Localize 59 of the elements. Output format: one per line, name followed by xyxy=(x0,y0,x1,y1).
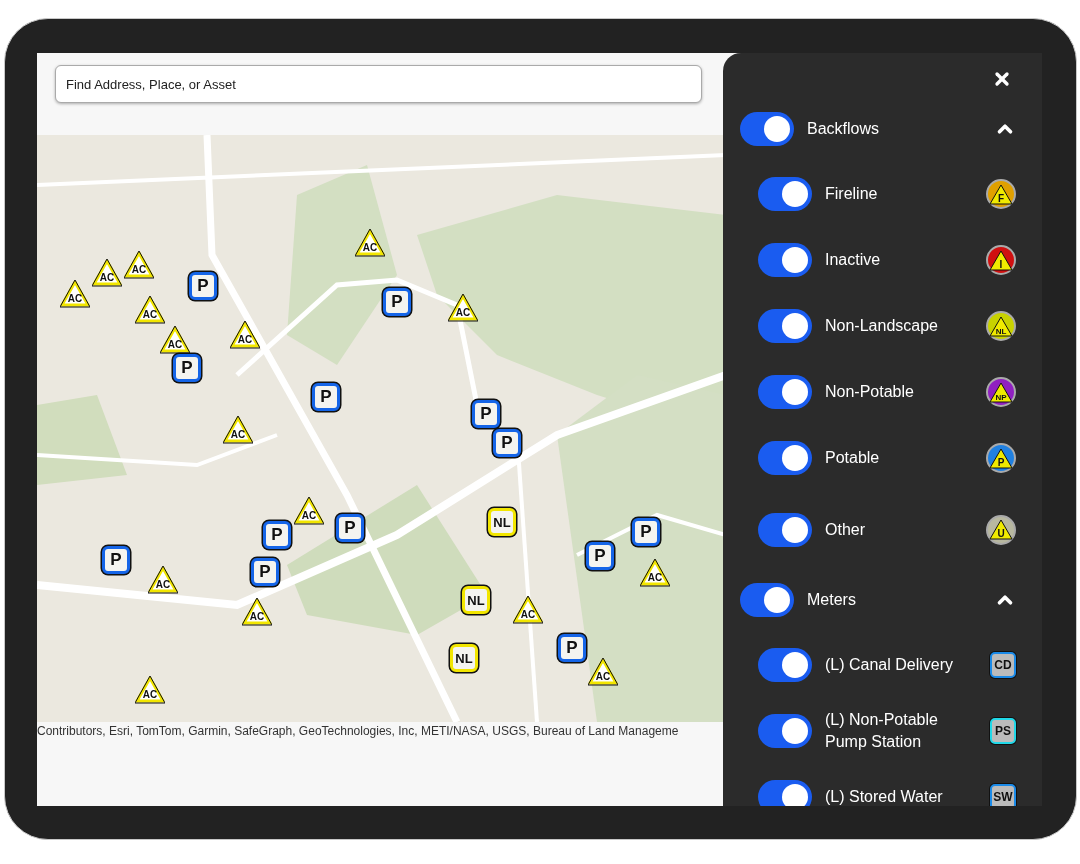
map-marker[interactable]: AC xyxy=(448,294,478,322)
search-field[interactable]: Find Address, Place, or Asset xyxy=(55,65,702,103)
layer-label: Potable xyxy=(825,448,881,468)
map-marker[interactable]: P xyxy=(586,542,614,570)
map-marker[interactable]: P xyxy=(558,634,586,662)
group-label: Backflows xyxy=(807,119,881,139)
map-marker[interactable]: P xyxy=(102,546,130,574)
map-marker[interactable]: P xyxy=(493,429,521,457)
attribution-text: Contributors, Esri, TomTom, Garmin, SafeGraph, GeoTechnologies, Inc, METI/NASA, USGS, Bureau of Land Manageme xyxy=(37,723,679,738)
map-marker[interactable]: AC xyxy=(640,559,670,587)
toggle-switch[interactable] xyxy=(758,714,812,748)
map-marker[interactable]: NL xyxy=(488,508,516,536)
toggle-switch[interactable] xyxy=(740,112,794,146)
toggle-switch[interactable] xyxy=(758,309,812,343)
map-marker[interactable]: P xyxy=(472,400,500,428)
toggle-switch[interactable] xyxy=(758,177,812,211)
toggle-switch[interactable] xyxy=(758,648,812,682)
map-marker[interactable]: AC xyxy=(588,658,618,686)
map-marker[interactable]: P xyxy=(173,354,201,382)
map-marker[interactable]: AC xyxy=(223,416,253,444)
map-marker[interactable]: P xyxy=(632,518,660,546)
map-marker[interactable]: NL xyxy=(450,644,478,672)
meter-icon: PS xyxy=(990,718,1016,744)
layer-label: Inactive xyxy=(825,250,882,270)
map-marker[interactable]: AC xyxy=(148,566,178,594)
map-marker[interactable]: AC xyxy=(513,596,543,624)
toggle-switch[interactable] xyxy=(758,243,812,277)
map-marker[interactable]: AC xyxy=(230,321,260,349)
map-marker[interactable]: AC xyxy=(92,259,122,287)
map-marker[interactable]: NL xyxy=(462,586,490,614)
map-marker[interactable]: AC xyxy=(60,280,90,308)
map-marker[interactable]: AC xyxy=(135,676,165,704)
toggle-switch[interactable] xyxy=(758,441,812,475)
toggle-switch[interactable] xyxy=(758,512,812,547)
layer-label: Non-Potable xyxy=(825,382,915,402)
layer-label: Fireline xyxy=(825,184,879,204)
toggle-switch[interactable] xyxy=(758,375,812,409)
meter-icon: CD xyxy=(990,652,1016,678)
map-marker[interactable]: AC xyxy=(160,326,190,354)
map-marker[interactable]: P xyxy=(263,521,291,549)
layer-label: (L) Canal Delivery xyxy=(825,655,955,675)
map-marker[interactable]: P xyxy=(251,558,279,586)
layer-label: (L) Non-Potable Pump Station xyxy=(825,710,939,752)
map-marker[interactable]: AC xyxy=(294,497,324,525)
map-marker[interactable]: AC xyxy=(135,296,165,324)
toggle-switch[interactable] xyxy=(740,583,794,617)
map-marker[interactable]: P xyxy=(189,272,217,300)
map-marker[interactable]: P xyxy=(383,288,411,316)
layer-label: (L) Stored Water xyxy=(825,787,944,806)
map-marker[interactable]: AC xyxy=(355,229,385,257)
layer-label: Other xyxy=(825,519,866,540)
map-marker[interactable]: AC xyxy=(242,598,272,626)
map-marker[interactable]: P xyxy=(336,514,364,542)
group-label: Meters xyxy=(807,590,857,610)
meter-icon: SW xyxy=(990,784,1016,806)
map-marker[interactable]: AC xyxy=(124,251,154,279)
layer-label: Non-Landscape xyxy=(825,316,939,336)
map-marker[interactable]: P xyxy=(312,383,340,411)
toggle-switch[interactable] xyxy=(758,780,812,806)
